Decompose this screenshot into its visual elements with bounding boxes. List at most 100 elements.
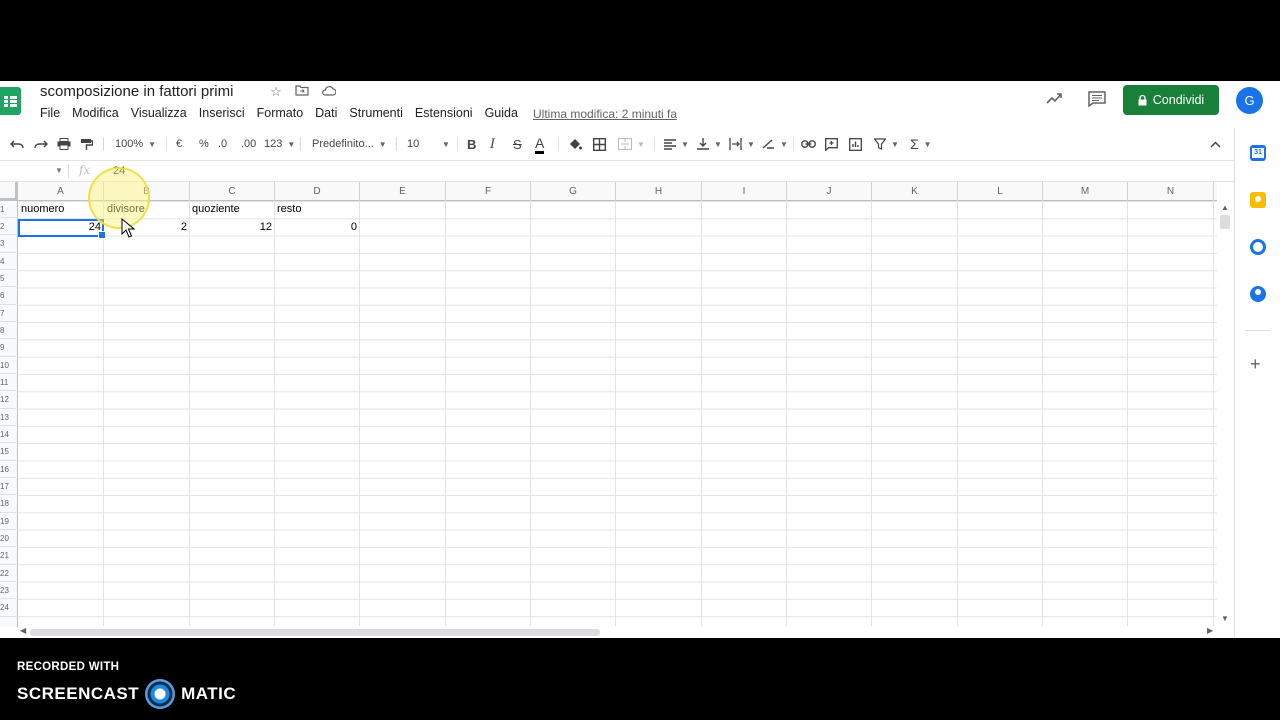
comments-icon[interactable] <box>1088 91 1106 108</box>
merge-cells-icon[interactable]: ▼ <box>618 135 645 153</box>
horizontal-scrollbar[interactable]: ◀ ▶ <box>18 626 1217 638</box>
bold-icon[interactable]: B <box>467 135 476 153</box>
row-header[interactable]: 7 <box>0 305 18 322</box>
document-title[interactable]: scomposizione in fattori primi <box>40 83 233 100</box>
cell-c2[interactable]: 12 <box>190 219 272 236</box>
increase-decimals-button[interactable]: .00 <box>241 135 256 153</box>
insert-chart-icon[interactable] <box>849 135 862 153</box>
column-header-e[interactable]: E <box>360 182 446 201</box>
sheets-logo-icon[interactable] <box>0 87 21 115</box>
active-cell-selection[interactable] <box>18 219 106 239</box>
insert-comment-icon[interactable] <box>825 135 838 153</box>
activity-trend-icon[interactable] <box>1046 91 1064 105</box>
last-edit-link[interactable]: Ultima modifica: 2 minuti fa <box>533 107 677 121</box>
row-header[interactable]: 17 <box>0 478 18 495</box>
column-header-n[interactable]: N <box>1128 182 1214 201</box>
cell-d2[interactable]: 0 <box>275 219 357 236</box>
row-header[interactable]: 11 <box>0 374 18 391</box>
row-header[interactable]: 10 <box>0 357 18 374</box>
insert-link-icon[interactable] <box>801 135 816 153</box>
row-header[interactable]: 15 <box>0 443 18 461</box>
row-header[interactable]: 14 <box>0 426 18 443</box>
menu-formato[interactable]: Formato <box>257 106 304 120</box>
add-addon-icon[interactable]: + <box>1250 355 1261 373</box>
row-header[interactable]: 22 <box>0 565 18 582</box>
row-header[interactable]: 1 <box>0 201 18 218</box>
row-header[interactable]: 19 <box>0 513 18 530</box>
column-header-c[interactable]: C <box>190 182 275 201</box>
zoom-select[interactable]: 100% ▼ <box>115 135 156 153</box>
text-wrapping-icon[interactable]: ▼ <box>729 135 755 153</box>
vertical-scrollbar[interactable]: ▲ ▼ <box>1217 201 1234 627</box>
select-all-corner[interactable] <box>0 182 18 201</box>
row-header[interactable]: 3 <box>0 235 18 253</box>
vertical-scroll-thumb[interactable] <box>1220 215 1230 229</box>
column-header-j[interactable]: J <box>787 182 872 201</box>
menu-inserisci[interactable]: Inserisci <box>199 106 245 120</box>
strikethrough-icon[interactable]: S <box>513 135 522 153</box>
cloud-status-icon[interactable] <box>320 84 337 100</box>
row-header[interactable]: 21 <box>0 547 18 565</box>
row-header[interactable]: 5 <box>0 270 18 287</box>
redo-icon[interactable] <box>34 135 48 153</box>
functions-icon[interactable]: Σ ▼ <box>910 135 932 153</box>
move-folder-icon[interactable] <box>294 84 310 100</box>
vertical-align-icon[interactable]: ▼ <box>697 135 722 153</box>
cell-a1[interactable]: nuomero <box>21 201 64 218</box>
print-icon[interactable] <box>57 135 71 153</box>
decrease-decimals-button[interactable]: .0 <box>218 135 227 153</box>
text-color-icon[interactable]: A <box>535 135 545 154</box>
user-avatar[interactable]: G <box>1236 87 1263 114</box>
row-header[interactable]: 20 <box>0 530 18 547</box>
scroll-up-icon[interactable]: ▲ <box>1221 203 1229 212</box>
column-header-m[interactable]: M <box>1043 182 1128 201</box>
row-header[interactable]: 12 <box>0 391 18 409</box>
filter-icon[interactable]: ▼ <box>874 135 899 153</box>
cell-c1[interactable]: quoziente <box>192 201 240 218</box>
menu-guida[interactable]: Guida <box>485 106 518 120</box>
column-header-f[interactable]: F <box>446 182 531 201</box>
row-header[interactable]: 9 <box>0 339 18 357</box>
row-header[interactable]: 6 <box>0 287 18 305</box>
calendar-icon[interactable] <box>1250 145 1266 161</box>
keep-icon[interactable] <box>1250 192 1266 208</box>
spreadsheet-grid[interactable]: A B C D E F G H I J K L M N 1 2 3 4 5 6 … <box>0 182 1217 627</box>
horizontal-scroll-thumb[interactable] <box>30 629 600 636</box>
column-header-l[interactable]: L <box>958 182 1043 201</box>
row-header[interactable]: 24 <box>0 599 18 617</box>
name-box-chevron-icon[interactable]: ▼ <box>55 166 63 175</box>
fill-color-icon[interactable] <box>568 135 582 153</box>
scroll-down-icon[interactable]: ▼ <box>1221 614 1229 623</box>
percent-format-button[interactable]: % <box>199 135 209 153</box>
font-size-select[interactable]: 10 ▼ <box>407 135 450 153</box>
scroll-left-icon[interactable]: ◀ <box>20 626 26 635</box>
menu-file[interactable]: File <box>40 106 60 120</box>
menu-visualizza[interactable]: Visualizza <box>131 106 187 120</box>
column-header-h[interactable]: H <box>616 182 702 201</box>
italic-icon[interactable]: I <box>490 135 495 153</box>
more-formats-select[interactable]: 123 ▼ <box>264 135 295 153</box>
undo-icon[interactable] <box>10 135 24 153</box>
horizontal-align-icon[interactable]: ▼ <box>664 135 689 153</box>
row-header[interactable]: 4 <box>0 253 18 270</box>
row-header[interactable]: 2 <box>0 218 18 235</box>
column-header-i[interactable]: I <box>702 182 787 201</box>
row-header[interactable]: 16 <box>0 461 18 478</box>
menu-dati[interactable]: Dati <box>315 106 337 120</box>
menu-estensioni[interactable]: Estensioni <box>415 106 473 120</box>
row-header[interactable]: 13 <box>0 409 18 426</box>
scroll-right-icon[interactable]: ▶ <box>1207 626 1213 635</box>
column-header-k[interactable]: K <box>872 182 958 201</box>
row-header[interactable]: 18 <box>0 495 18 513</box>
cell-area[interactable] <box>18 201 1217 627</box>
tasks-icon[interactable] <box>1250 239 1266 255</box>
currency-format-button[interactable]: € <box>176 135 182 153</box>
row-header[interactable]: 23 <box>0 582 18 599</box>
star-icon[interactable]: ☆ <box>268 84 284 100</box>
borders-icon[interactable] <box>593 135 606 153</box>
cell-d1[interactable]: resto <box>277 201 301 218</box>
paint-format-icon[interactable] <box>80 135 93 153</box>
share-button[interactable]: Condividi <box>1123 85 1219 115</box>
contacts-icon[interactable] <box>1250 286 1266 302</box>
column-header-d[interactable]: D <box>275 182 360 201</box>
